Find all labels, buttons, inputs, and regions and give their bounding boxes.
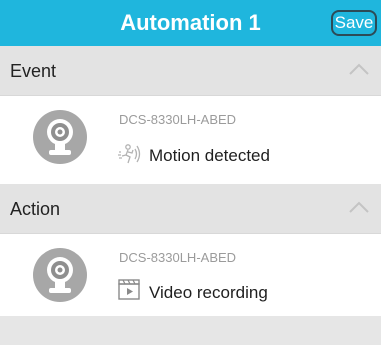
action-section-header[interactable]: Action — [0, 184, 381, 234]
action-device-name: DCS-8330LH-ABED — [119, 250, 237, 265]
action-section-label: Action — [10, 199, 61, 219]
event-section-label: Event — [10, 61, 57, 81]
bottom-band — [0, 316, 381, 345]
action-item-row[interactable]: DCS-8330LH-ABED Video recording — [0, 234, 381, 322]
event-device-name: DCS-8330LH-ABED — [119, 112, 237, 127]
save-button[interactable]: Save — [331, 10, 377, 36]
action-detail: Video recording — [149, 283, 268, 302]
camera-icon — [33, 110, 87, 164]
event-section-header[interactable]: Event — [0, 46, 381, 96]
video-recording-icon — [118, 279, 140, 300]
motion-icon — [118, 144, 141, 164]
event-item-row[interactable]: DCS-8330LH-ABED Motion detected — [0, 96, 381, 184]
chevron-up-icon[interactable] — [349, 200, 369, 214]
event-detail: Motion detected — [149, 146, 270, 165]
camera-icon — [33, 248, 87, 302]
page-title: Automation 1 — [120, 10, 261, 35]
chevron-up-icon[interactable] — [349, 62, 369, 76]
top-bar: Automation 1 Save — [0, 0, 381, 46]
